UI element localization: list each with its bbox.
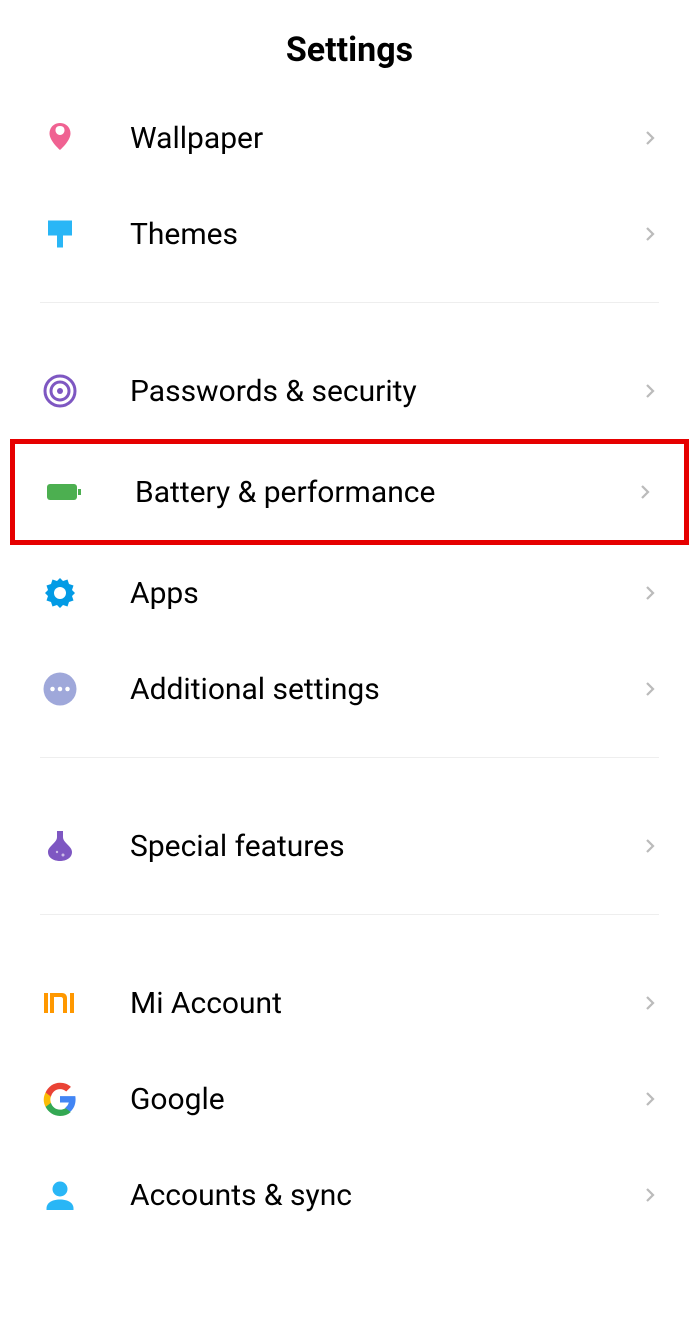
- header: Settings: [0, 0, 699, 90]
- themes-icon: [40, 214, 80, 254]
- chevron-right-icon: [641, 382, 659, 400]
- google-icon: [40, 1079, 80, 1119]
- settings-item-battery[interactable]: Battery & performance: [10, 439, 689, 545]
- more-icon: [40, 669, 80, 709]
- flask-icon: [40, 826, 80, 866]
- chevron-right-icon: [641, 1090, 659, 1108]
- page-title: Settings: [0, 30, 699, 70]
- settings-item-special[interactable]: Special features: [0, 798, 699, 894]
- settings-item-themes[interactable]: Themes: [0, 186, 699, 282]
- settings-list: Wallpaper Themes Passwords & security Ba…: [0, 90, 699, 1243]
- divider: [40, 914, 659, 915]
- settings-item-mi-account[interactable]: Mi Account: [0, 955, 699, 1051]
- item-label: Apps: [130, 576, 641, 611]
- item-label: Wallpaper: [130, 121, 641, 156]
- item-label: Themes: [130, 217, 641, 252]
- settings-item-accounts-sync[interactable]: Accounts & sync: [0, 1147, 699, 1243]
- settings-item-google[interactable]: Google: [0, 1051, 699, 1147]
- person-icon: [40, 1175, 80, 1215]
- chevron-right-icon: [641, 1186, 659, 1204]
- item-label: Additional settings: [130, 672, 641, 707]
- gear-icon: [40, 573, 80, 613]
- divider: [40, 302, 659, 303]
- divider: [40, 757, 659, 758]
- chevron-right-icon: [641, 994, 659, 1012]
- chevron-right-icon: [641, 584, 659, 602]
- settings-item-security[interactable]: Passwords & security: [0, 343, 699, 439]
- item-label: Passwords & security: [130, 374, 641, 409]
- chevron-right-icon: [636, 483, 654, 501]
- item-label: Mi Account: [130, 986, 641, 1021]
- chevron-right-icon: [641, 129, 659, 147]
- settings-item-wallpaper[interactable]: Wallpaper: [0, 90, 699, 186]
- item-label: Google: [130, 1082, 641, 1117]
- mi-icon: [40, 983, 80, 1023]
- item-label: Accounts & sync: [130, 1178, 641, 1213]
- item-label: Special features: [130, 829, 641, 864]
- chevron-right-icon: [641, 225, 659, 243]
- battery-icon: [45, 472, 85, 512]
- wallpaper-icon: [40, 118, 80, 158]
- fingerprint-icon: [40, 371, 80, 411]
- chevron-right-icon: [641, 837, 659, 855]
- settings-item-apps[interactable]: Apps: [0, 545, 699, 641]
- chevron-right-icon: [641, 680, 659, 698]
- item-label: Battery & performance: [135, 475, 636, 510]
- settings-item-additional[interactable]: Additional settings: [0, 641, 699, 737]
